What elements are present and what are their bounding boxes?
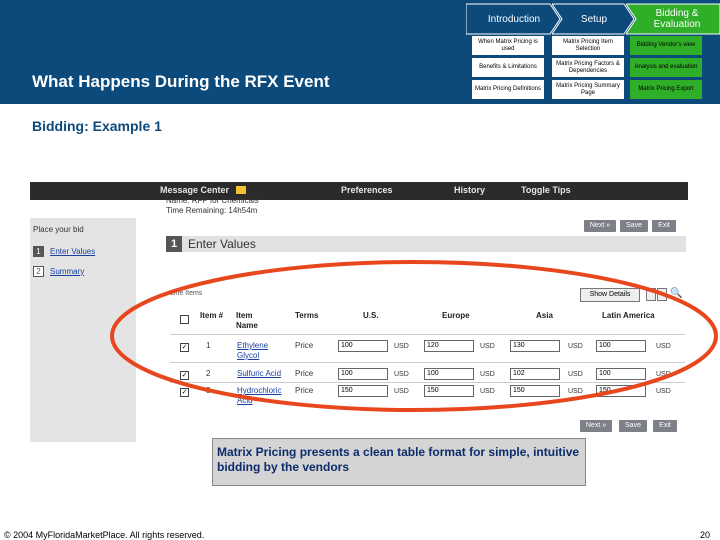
nav-sub-item[interactable]: Benefits & Limitations [472, 58, 544, 77]
nav-preferences[interactable]: Preferences [341, 185, 393, 195]
nav-message-center[interactable]: Message Center [160, 185, 229, 195]
nav-history[interactable]: History [454, 185, 485, 195]
place-bid-title: Place your bid [33, 225, 84, 234]
save-button-bottom[interactable]: Save [619, 420, 647, 432]
nav-sub-item-active[interactable]: Bidding Vendor's view [630, 36, 702, 55]
step-summary[interactable]: 2 Summary [33, 264, 84, 278]
time-remaining: Time Remaining: 14h54m [166, 206, 258, 215]
section-number: 1 [166, 236, 182, 252]
exit-button[interactable]: Exit [652, 220, 676, 232]
nav-sub-item[interactable]: Matrix Pricing Summary Page [552, 80, 624, 99]
slide-subtitle: Bidding: Example 1 [32, 118, 162, 134]
page-number: 20 [700, 530, 711, 540]
tab-setup-label: Setup [580, 13, 608, 25]
nav-sub-item[interactable]: When Matrix Pricing is used [472, 36, 544, 55]
tab-introduction-label: Introduction [487, 13, 541, 25]
highlight-ellipse [110, 260, 718, 412]
exit-button-bottom[interactable]: Exit [653, 420, 677, 432]
app-top-nav: Message Center Preferences History Toggl… [30, 182, 688, 200]
tab-introduction[interactable]: Introduction [466, 2, 562, 36]
nav-sub-item[interactable]: Matrix Pricing Factors & Dependencies [552, 58, 624, 77]
nav-sub-item-active[interactable]: Analysis and evaluation [630, 58, 702, 77]
tab-bidding-evaluation[interactable]: Bidding & Evaluation [626, 2, 720, 36]
step-number: 1 [33, 245, 44, 257]
section-title: Enter Values [188, 237, 256, 251]
slide-title: What Happens During the RFX Event [32, 72, 330, 91]
tab-setup[interactable]: Setup [552, 2, 636, 36]
rfx-name: Name: RFP for Chemicals [166, 196, 259, 205]
step-label: Enter Values [50, 246, 96, 256]
copyright-footer: © 2004 MyFloridaMarketPlace. All rights … [4, 530, 205, 540]
next-button-bottom[interactable]: Next » [580, 420, 612, 432]
nav-sub-item-active[interactable]: Matrix Pricing Export [630, 80, 702, 99]
section-header: 1 Enter Values [166, 236, 686, 252]
nav-toggle-tips[interactable]: Toggle Tips [521, 185, 571, 195]
step-label: Summary [50, 266, 85, 276]
tab-bidding-label: Bidding & Evaluation [653, 8, 701, 30]
step-enter-values[interactable]: 1 Enter Values [33, 244, 95, 258]
nav-sub-item[interactable]: Matrix Pricing Item Selection [552, 36, 624, 55]
envelope-icon [236, 186, 246, 194]
save-button[interactable]: Save [620, 220, 648, 232]
next-button[interactable]: Next » [584, 220, 616, 232]
callout-box: Matrix Pricing presents a clean table fo… [212, 438, 586, 486]
nav-sub-item[interactable]: Matrix Pricing Definitions [472, 80, 544, 99]
step-number: 2 [33, 265, 44, 277]
